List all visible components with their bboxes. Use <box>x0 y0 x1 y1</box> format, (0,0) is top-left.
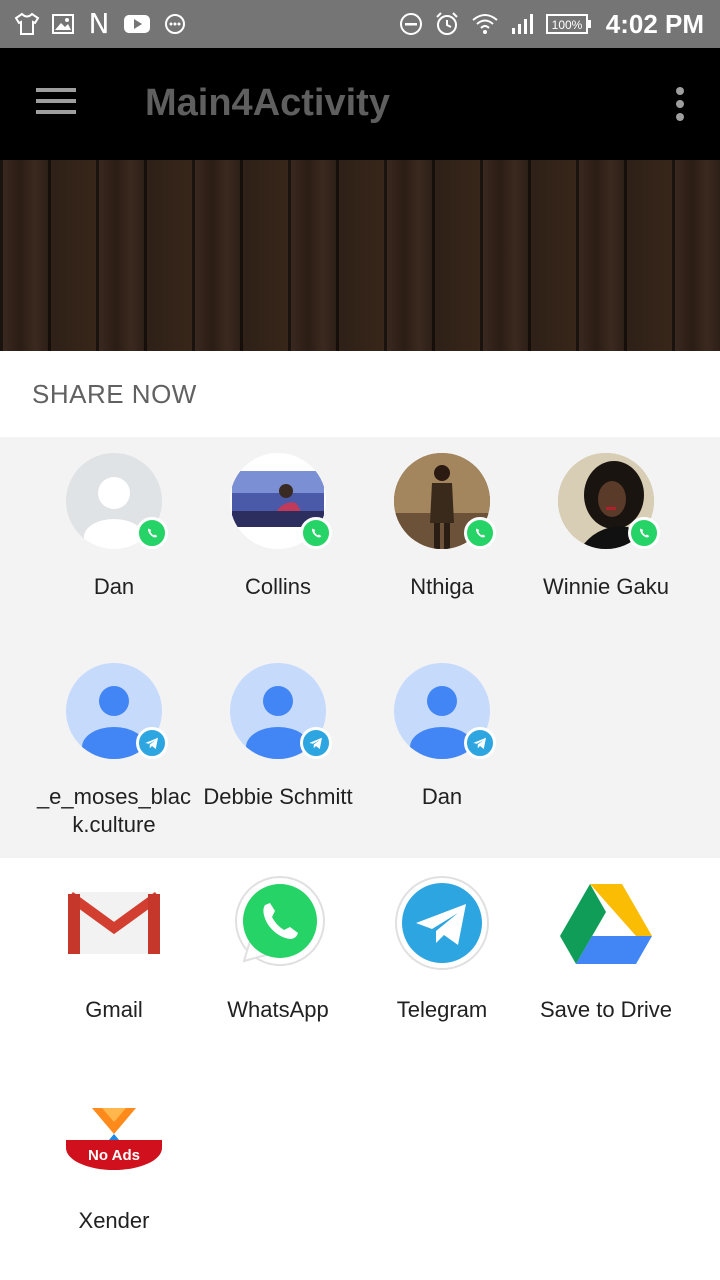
direct-target-label: Dan <box>421 784 463 809</box>
no-ads-badge: No Ads <box>66 1140 162 1170</box>
hamburger-menu-icon[interactable] <box>32 84 80 124</box>
page-title: Main4Activity <box>145 82 390 124</box>
direct-target-label: Nthiga <box>410 574 474 599</box>
wifi-icon <box>470 11 500 37</box>
app-label: Gmail <box>85 997 143 1022</box>
direct-share-section: Dan Collins Nthiga Winnie Gaku _e_moses_… <box>0 437 720 858</box>
direct-target-label: Dan <box>93 574 135 599</box>
direct-target-winnie-gaku-whatsapp[interactable]: Winnie Gaku <box>524 453 688 601</box>
app-target-gmail[interactable]: Gmail <box>32 873 196 1023</box>
share-sheet-title: SHARE NOW <box>32 379 197 409</box>
direct-target-label: _e_moses_blac k.culture <box>36 784 192 837</box>
whatsapp-badge-icon <box>300 517 332 549</box>
avatar <box>230 663 332 759</box>
tshirt-icon <box>14 11 40 37</box>
app-target-save-to-drive[interactable]: Save to Drive <box>524 873 688 1023</box>
youtube-icon <box>122 11 152 37</box>
dnd-icon <box>398 11 424 37</box>
clock: 4:02 PM <box>605 8 704 39</box>
gmail-icon <box>64 873 164 973</box>
alarm-icon <box>434 11 460 37</box>
status-bar: N 100% 4:02 PM <box>0 0 720 48</box>
avatar <box>394 663 496 759</box>
share-sheet: SHARE NOW Dan Collins Nthiga Winnie Gaku… <box>0 351 720 1280</box>
telegram-icon <box>392 873 492 973</box>
whatsapp-badge-icon <box>628 517 660 549</box>
telegram-badge-icon <box>300 727 332 759</box>
whatsapp-badge-icon <box>136 517 168 549</box>
direct-target-collins-whatsapp[interactable]: Collins <box>196 453 360 601</box>
avatar <box>394 453 496 549</box>
app-label: Xender <box>78 1208 150 1233</box>
app-toolbar: Main4Activity <box>0 48 720 160</box>
wood-background-image <box>0 160 720 351</box>
telegram-badge-icon <box>464 727 496 759</box>
avatar <box>230 453 332 549</box>
signal-icon <box>510 11 536 37</box>
battery-icon: 100% <box>545 11 592 37</box>
avatar <box>558 453 660 549</box>
app-target-telegram[interactable]: Telegram <box>360 873 524 1023</box>
avatar <box>66 663 168 759</box>
direct-target-debbie-schmitt-telegram[interactable]: Debbie Schmitt <box>196 663 360 811</box>
direct-target-nthiga-whatsapp[interactable]: Nthiga <box>360 453 524 601</box>
svg-text:100%: 100% <box>551 18 582 32</box>
avatar <box>66 453 168 549</box>
direct-target-e-moses-telegram[interactable]: _e_moses_blac k.culture <box>32 663 196 839</box>
app-target-whatsapp[interactable]: WhatsApp <box>196 873 360 1023</box>
direct-target-label: Debbie Schmitt <box>203 784 353 809</box>
app-label: Telegram <box>396 997 488 1022</box>
chat-icon <box>162 11 188 37</box>
direct-target-dan-whatsapp[interactable]: Dan <box>32 453 196 601</box>
image-icon <box>50 11 76 37</box>
app-label: WhatsApp <box>227 997 329 1022</box>
telegram-badge-icon <box>136 727 168 759</box>
n-icon: N <box>88 7 110 40</box>
google-drive-icon <box>556 873 656 973</box>
whatsapp-badge-icon <box>464 517 496 549</box>
app-target-xender[interactable]: No Ads Xender <box>32 1084 196 1234</box>
app-label: Save to Drive <box>539 997 673 1022</box>
whatsapp-icon <box>228 873 328 973</box>
direct-target-label: Collins <box>244 574 312 599</box>
direct-target-dan-telegram[interactable]: Dan <box>360 663 524 811</box>
overflow-menu-icon[interactable] <box>670 84 690 124</box>
xender-icon: No Ads <box>64 1084 164 1184</box>
direct-target-label: Winnie Gaku <box>543 574 669 599</box>
